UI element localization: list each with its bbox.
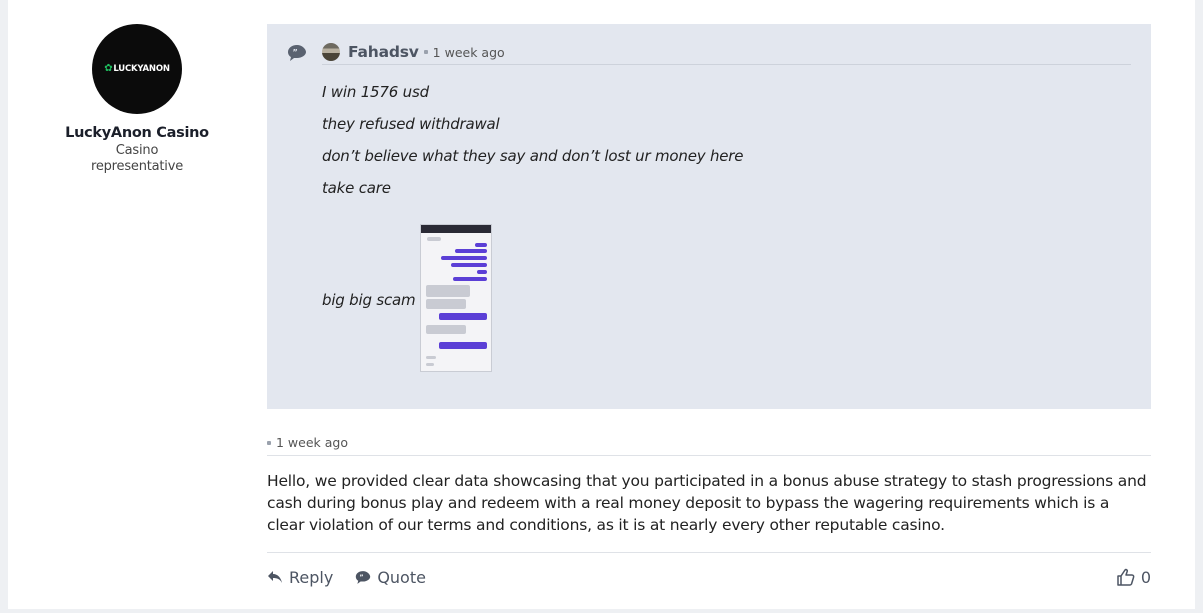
quote-author-avatar[interactable] <box>322 43 340 61</box>
chat-bubble <box>426 285 471 297</box>
chat-bubble <box>455 249 488 253</box>
chat-bubble <box>451 263 488 267</box>
chat-bubble <box>439 313 488 320</box>
svg-text:”: ” <box>293 48 298 57</box>
author-title-text: Casino representative <box>90 143 184 174</box>
chat-bubble <box>427 237 442 241</box>
quote-last-row: big big scam <box>322 224 493 372</box>
chat-bubble <box>453 277 488 281</box>
author-title: Casino representative <box>8 143 266 175</box>
quote-button[interactable]: ” Quote <box>355 568 426 587</box>
quote-line: don’t believe what they say and don’t lo… <box>322 147 744 165</box>
phone-status-bar <box>421 225 492 233</box>
reply-button[interactable]: Reply <box>267 568 333 587</box>
post-actions: Reply ” Quote 0 <box>267 552 1151 601</box>
like-count: 0 <box>1140 567 1151 587</box>
logo: ✿LUCKYANON <box>92 63 182 74</box>
quote-label: Quote <box>377 567 426 587</box>
quote-time: 1 week ago <box>432 44 505 60</box>
reply-arrow-icon <box>268 571 282 583</box>
chat-bubble <box>426 325 467 334</box>
post-meta: 1 week ago <box>267 435 1151 456</box>
post-card: ✿LUCKYANON LuckyAnon Casino Casino repre… <box>8 0 1195 609</box>
post-time[interactable]: 1 week ago <box>276 435 348 450</box>
quote-line: I win 1576 usd <box>322 83 429 101</box>
quote-line: big big scam <box>322 291 416 309</box>
chat-bubble <box>426 356 437 359</box>
reply-label: Reply <box>289 567 334 587</box>
separator-dot <box>267 441 271 445</box>
quote-line: they refused withdrawal <box>322 115 500 133</box>
quote-author[interactable]: Fahadsv <box>348 43 419 61</box>
quote-body: I win 1576 usd they refused withdrawal d… <box>322 82 744 210</box>
logo-text: LUCKYANON <box>113 64 170 74</box>
quote-line: take care <box>322 179 391 197</box>
quoted-post: ” Fahadsv 1 week ago I win 1576 usd they… <box>267 24 1151 409</box>
author-name[interactable]: LuckyAnon Casino <box>8 125 266 141</box>
thumbs-up-icon <box>1117 568 1135 586</box>
author-panel: ✿LUCKYANON LuckyAnon Casino Casino repre… <box>8 24 266 175</box>
avatar[interactable]: ✿LUCKYANON <box>92 24 182 114</box>
clover-icon: ✿ <box>104 63 113 74</box>
separator-dot <box>423 50 428 54</box>
quote-header: Fahadsv 1 week ago <box>322 40 1131 65</box>
post-body: Hello, we provided clear data showcasing… <box>267 472 1147 534</box>
chat-bubble <box>439 342 488 349</box>
like-button[interactable]: 0 <box>1117 568 1151 587</box>
quote-bubble-icon: ” <box>288 45 306 61</box>
chat-bubble <box>426 363 435 366</box>
chat-bubble <box>441 256 488 260</box>
quote-icon: ” <box>356 570 371 584</box>
chat-bubble <box>477 270 488 274</box>
svg-text:”: ” <box>360 573 364 581</box>
chat-bubble <box>475 243 488 247</box>
chat-bubble <box>426 299 467 309</box>
screenshot-thumbnail[interactable] <box>420 224 493 372</box>
